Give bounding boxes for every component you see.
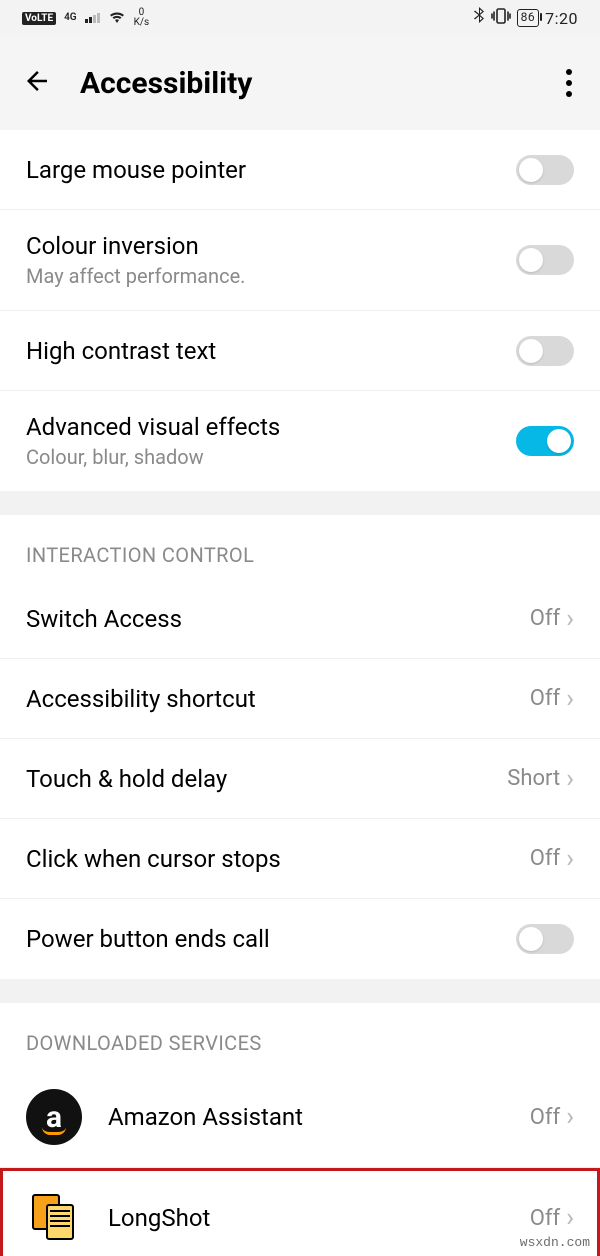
back-button[interactable]	[22, 66, 52, 100]
watermark: wsxdn.com	[520, 1235, 590, 1250]
data-speed: 0 K/s	[134, 8, 150, 28]
toggle-colour-inversion[interactable]	[516, 245, 574, 275]
chevron-right-icon: ›	[566, 606, 574, 632]
bluetooth-icon	[473, 7, 485, 29]
header: Accessibility	[0, 36, 600, 130]
row-title: Amazon Assistant	[108, 1103, 530, 1131]
row-value: Off	[530, 1105, 560, 1130]
row-colour-inversion[interactable]: Colour inversion May affect performance.	[0, 210, 600, 311]
amazon-icon: a	[26, 1089, 82, 1145]
status-time: 7:20	[545, 9, 578, 28]
row-title: Power button ends call	[26, 925, 516, 953]
row-large-mouse-pointer[interactable]: Large mouse pointer	[0, 130, 600, 210]
row-advanced-visual-effects[interactable]: Advanced visual effects Colour, blur, sh…	[0, 391, 600, 491]
chevron-right-icon: ›	[566, 1104, 574, 1130]
row-title: Large mouse pointer	[26, 156, 516, 184]
row-title: High contrast text	[26, 337, 516, 365]
toggle-advanced-visual-effects[interactable]	[516, 426, 574, 456]
row-high-contrast-text[interactable]: High contrast text	[0, 311, 600, 391]
row-value: Off	[530, 606, 560, 631]
row-subtitle: Colour, blur, shadow	[26, 445, 516, 469]
chevron-right-icon: ›	[566, 846, 574, 872]
volte-icon: VoLTE	[22, 12, 56, 25]
row-value: Short	[507, 766, 560, 791]
toggle-high-contrast-text[interactable]	[516, 336, 574, 366]
downloaded-services-panel: DOWNLOADED SERVICES a Amazon Assistant O…	[0, 1003, 600, 1256]
more-menu-button[interactable]	[560, 63, 578, 103]
interaction-panel: INTERACTION CONTROL Switch Access Off › …	[0, 515, 600, 979]
row-title: Switch Access	[26, 605, 530, 633]
display-panel: Large mouse pointer Colour inversion May…	[0, 130, 600, 491]
row-title: Accessibility shortcut	[26, 685, 530, 713]
row-title: Click when cursor stops	[26, 845, 530, 873]
network-4g-label: 4G	[64, 13, 77, 23]
chevron-right-icon: ›	[566, 766, 574, 792]
row-title: Touch & hold delay	[26, 765, 507, 793]
row-value: Off	[530, 686, 560, 711]
chevron-right-icon: ›	[566, 1205, 574, 1231]
divider	[0, 979, 600, 1003]
row-value: Off	[530, 846, 560, 871]
chevron-right-icon: ›	[566, 686, 574, 712]
status-left: VoLTE 4G 0 K/s	[22, 8, 149, 28]
toggle-large-mouse-pointer[interactable]	[516, 155, 574, 185]
row-power-button-ends-call[interactable]: Power button ends call	[0, 899, 600, 979]
row-switch-access[interactable]: Switch Access Off ›	[0, 579, 600, 659]
row-subtitle: May affect performance.	[26, 264, 516, 288]
row-click-when-cursor-stops[interactable]: Click when cursor stops Off ›	[0, 819, 600, 899]
section-label-interaction: INTERACTION CONTROL	[0, 515, 600, 579]
signal-bars-icon	[85, 13, 100, 23]
status-bar: VoLTE 4G 0 K/s 86 7:20	[0, 0, 600, 36]
divider	[0, 491, 600, 515]
row-title: LongShot	[108, 1204, 530, 1232]
row-touch-hold-delay[interactable]: Touch & hold delay Short ›	[0, 739, 600, 819]
vibrate-icon	[491, 8, 511, 28]
section-label-downloaded: DOWNLOADED SERVICES	[0, 1003, 600, 1067]
battery-icon: 86	[517, 9, 540, 27]
row-accessibility-shortcut[interactable]: Accessibility shortcut Off ›	[0, 659, 600, 739]
page-title: Accessibility	[80, 66, 252, 101]
longshot-icon	[26, 1190, 82, 1246]
row-value: Off	[530, 1206, 560, 1231]
row-service-amazon-assistant[interactable]: a Amazon Assistant Off ›	[0, 1067, 600, 1168]
status-right: 86 7:20	[473, 7, 578, 29]
row-service-longshot[interactable]: LongShot Off ›	[0, 1168, 600, 1256]
toggle-power-button-ends-call[interactable]	[516, 924, 574, 954]
row-title: Advanced visual effects	[26, 413, 516, 441]
wifi-icon	[108, 9, 126, 28]
row-title: Colour inversion	[26, 232, 516, 260]
